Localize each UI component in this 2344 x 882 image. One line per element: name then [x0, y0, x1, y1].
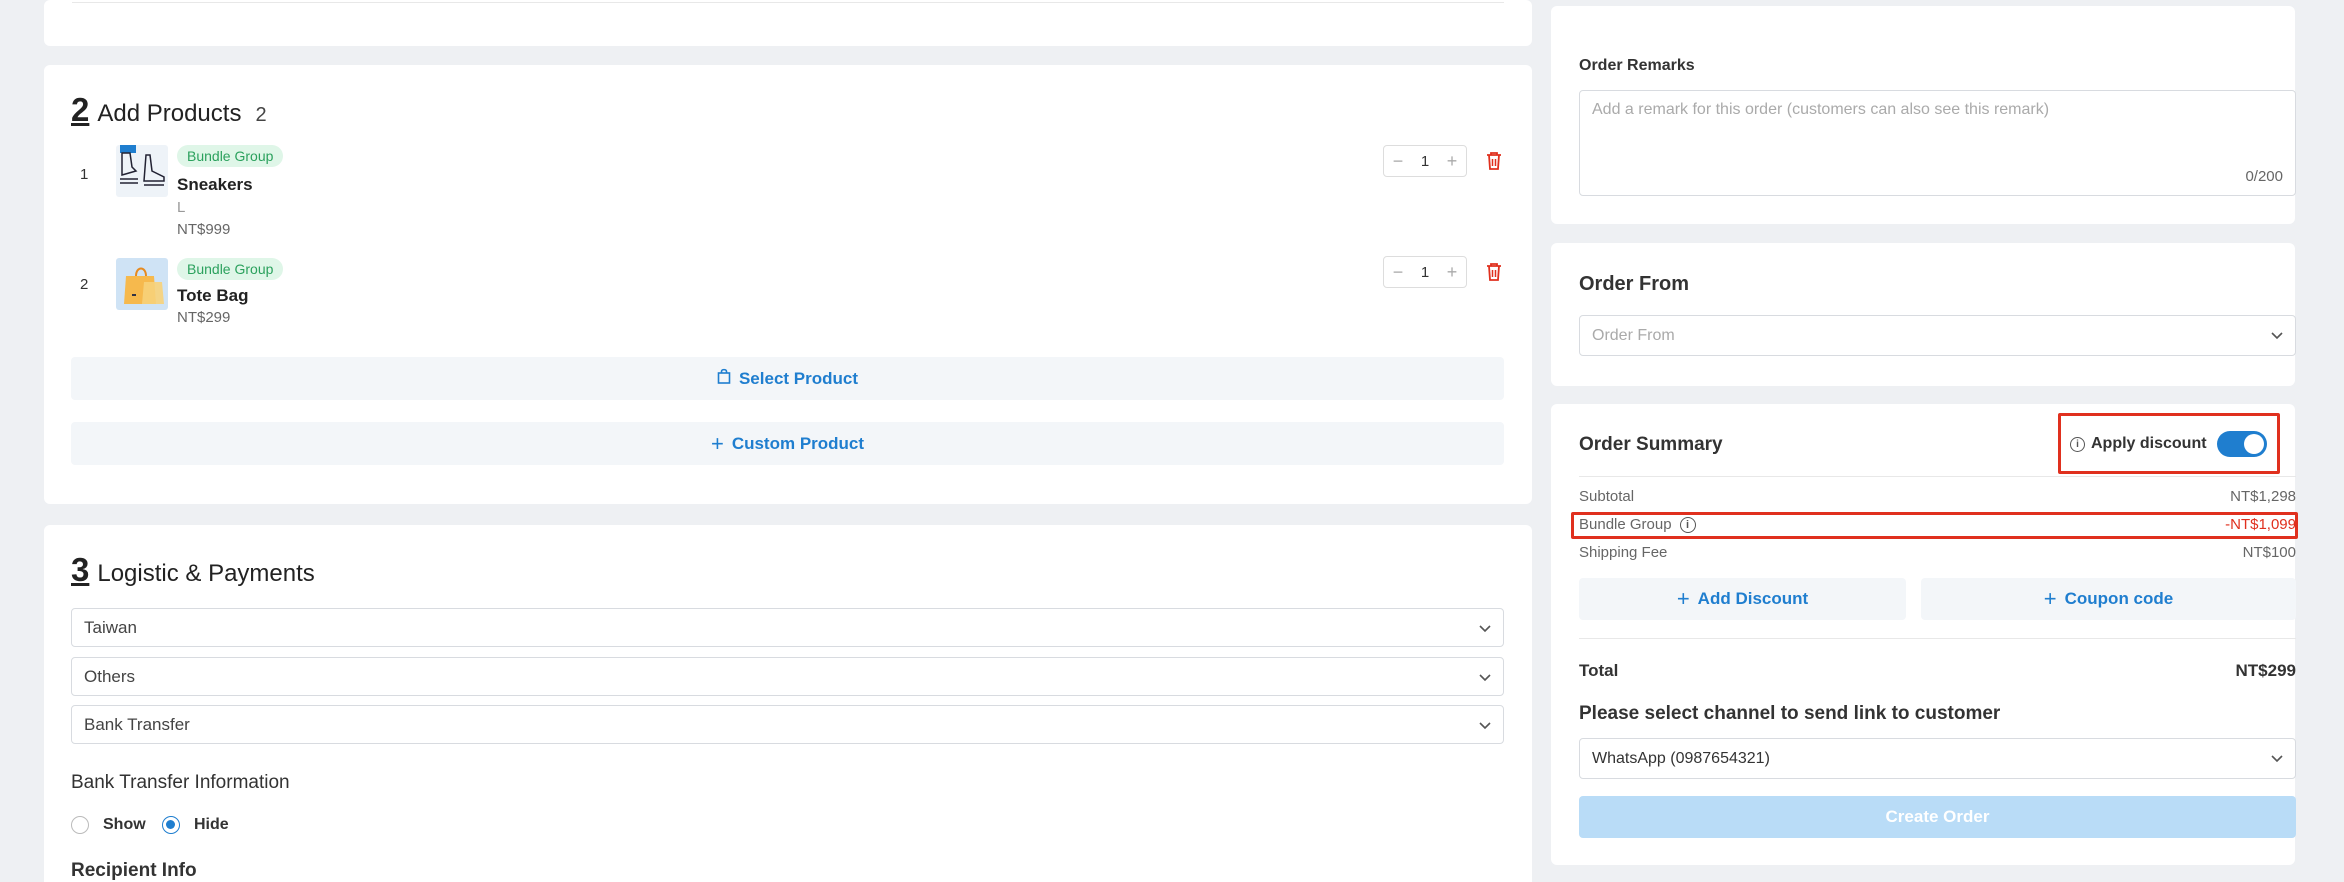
apply-discount-label: Apply discount	[2091, 435, 2207, 452]
bundle-group-label: Bundle Group	[1579, 516, 1672, 533]
plus-icon: +	[2043, 586, 2057, 611]
order-remarks-title: Order Remarks	[1579, 57, 1695, 74]
plus-icon: +	[1676, 586, 1690, 611]
add-discount-label: Add Discount	[1697, 589, 1809, 608]
step-number: 3	[71, 551, 90, 588]
coupon-code-button[interactable]: + Coupon code	[1921, 578, 2296, 620]
create-order-label: Create Order	[1885, 807, 1990, 826]
order-remarks-card: Order Remarks Add a remark for this orde…	[1551, 6, 2296, 224]
bundle-group-value: -NT$1,099	[2225, 516, 2296, 533]
apply-discount-toggle[interactable]	[2216, 431, 2267, 457]
product-price: NT$299	[177, 309, 231, 326]
add-products-card: 2 Add Products 2 1 Bundle Group Sneakers…	[44, 65, 1532, 504]
previous-section-card	[44, 0, 1532, 46]
payment-select[interactable]: Bank Transfer	[71, 705, 1504, 744]
minus-icon[interactable]: −	[1390, 262, 1406, 283]
order-from-title: Order From	[1579, 273, 1690, 295]
subtotal-label: Subtotal	[1579, 488, 1635, 505]
payment-value: Bank Transfer	[84, 714, 190, 734]
create-order-button[interactable]: Create Order	[1579, 796, 2296, 838]
shipping-fee-value: NT$100	[2242, 544, 2296, 561]
order-remarks-textarea[interactable]: Add a remark for this order (customers c…	[1579, 90, 2296, 196]
shipping-fee-label: Shipping Fee	[1579, 544, 1668, 561]
channel-select[interactable]: WhatsApp (0987654321)	[1579, 738, 2296, 779]
product-index: 1	[80, 166, 89, 183]
trash-icon[interactable]	[1485, 262, 1503, 287]
step-number: 2	[71, 91, 90, 128]
country-value: Taiwan	[84, 617, 137, 637]
delivery-value: Others	[84, 666, 136, 686]
bundle-group-row: Bundle Group i -NT$1,099	[1579, 516, 2296, 533]
order-summary-title: Order Summary	[1579, 434, 1723, 455]
total-row: Total NT$299	[1579, 661, 2296, 681]
show-radio[interactable]	[71, 816, 89, 834]
total-value: NT$299	[2235, 661, 2296, 680]
coupon-code-label: Coupon code	[2064, 589, 2174, 608]
bank-transfer-info-title: Bank Transfer Information	[71, 772, 290, 793]
order-from-select[interactable]: Order From	[1579, 315, 2296, 356]
product-thumbnail	[116, 145, 168, 197]
bundle-group-badge: Bundle Group	[177, 145, 284, 167]
product-count: 2	[255, 104, 267, 126]
select-product-label: Select Product	[738, 368, 859, 388]
info-icon: i	[2070, 436, 2085, 452]
info-icon[interactable]: i	[1679, 516, 1696, 533]
delivery-select[interactable]: Others	[71, 657, 1504, 696]
plus-icon[interactable]: +	[1444, 151, 1460, 172]
quantity-value[interactable]: 1	[1421, 153, 1429, 170]
chevron-down-icon	[1479, 715, 1491, 735]
recipient-info-title: Recipient Info	[71, 860, 197, 881]
show-radio-option[interactable]: Show	[71, 816, 146, 834]
chevron-down-icon	[2271, 750, 2283, 768]
select-product-button[interactable]: Select Product	[71, 357, 1504, 400]
hide-label: Hide	[194, 816, 229, 833]
hide-radio[interactable]	[162, 816, 180, 834]
subtotal-value: NT$1,298	[2230, 488, 2296, 505]
section-title: Add Products	[97, 100, 242, 127]
apply-discount-control[interactable]: i Apply discount	[2070, 431, 2267, 457]
product-row: 1 Bundle Group Sneakers L NT$999 − 1 +	[44, 145, 1532, 255]
show-label: Show	[103, 816, 146, 833]
product-row: 2 Bundle Group Tote Bag NT$299 − 1 +	[44, 256, 1532, 338]
logistics-card: 3 Logistic & Payments Taiwan Others Bank…	[44, 525, 1532, 882]
total-label: Total	[1579, 661, 1619, 680]
quantity-stepper[interactable]: − 1 +	[1383, 145, 1467, 177]
product-name: Tote Bag	[177, 286, 249, 305]
product-price: NT$999	[177, 221, 231, 238]
channel-title: Please select channel to send link to cu…	[1579, 703, 2001, 724]
custom-product-label: Custom Product	[731, 433, 865, 453]
bundle-group-badge: Bundle Group	[177, 258, 284, 280]
channel-value: WhatsApp (0987654321)	[1592, 749, 1770, 767]
quantity-value[interactable]: 1	[1421, 264, 1429, 281]
quantity-stepper[interactable]: − 1 +	[1383, 256, 1467, 288]
country-select[interactable]: Taiwan	[71, 608, 1504, 647]
product-index: 2	[80, 276, 89, 293]
shopping-bag-icon	[717, 368, 731, 389]
chevron-down-icon	[2271, 327, 2283, 345]
subtotal-row: Subtotal NT$1,298	[1579, 488, 2296, 505]
section-title: Logistic & Payments	[97, 560, 315, 587]
shipping-fee-row: Shipping Fee NT$100	[1579, 544, 2296, 561]
order-remarks-placeholder: Add a remark for this order (customers c…	[1592, 101, 2050, 118]
order-from-placeholder: Order From	[1592, 326, 1675, 344]
character-counter: 0/200	[2245, 168, 2283, 185]
product-name: Sneakers	[177, 175, 253, 194]
order-summary-card: Order Summary i Apply discount Subtotal …	[1551, 404, 2298, 865]
product-variant: L	[177, 199, 186, 216]
plus-icon[interactable]: +	[1444, 262, 1460, 283]
order-from-card: Order From Order From	[1551, 243, 2296, 386]
chevron-down-icon	[1479, 667, 1491, 687]
plus-icon: +	[710, 430, 724, 456]
chevron-down-icon	[1479, 618, 1491, 638]
add-discount-button[interactable]: + Add Discount	[1579, 578, 1906, 620]
custom-product-button[interactable]: + Custom Product	[71, 422, 1504, 465]
hide-radio-option[interactable]: Hide	[162, 816, 229, 834]
product-thumbnail	[116, 258, 168, 310]
trash-icon[interactable]	[1485, 151, 1503, 176]
minus-icon[interactable]: −	[1390, 151, 1406, 172]
